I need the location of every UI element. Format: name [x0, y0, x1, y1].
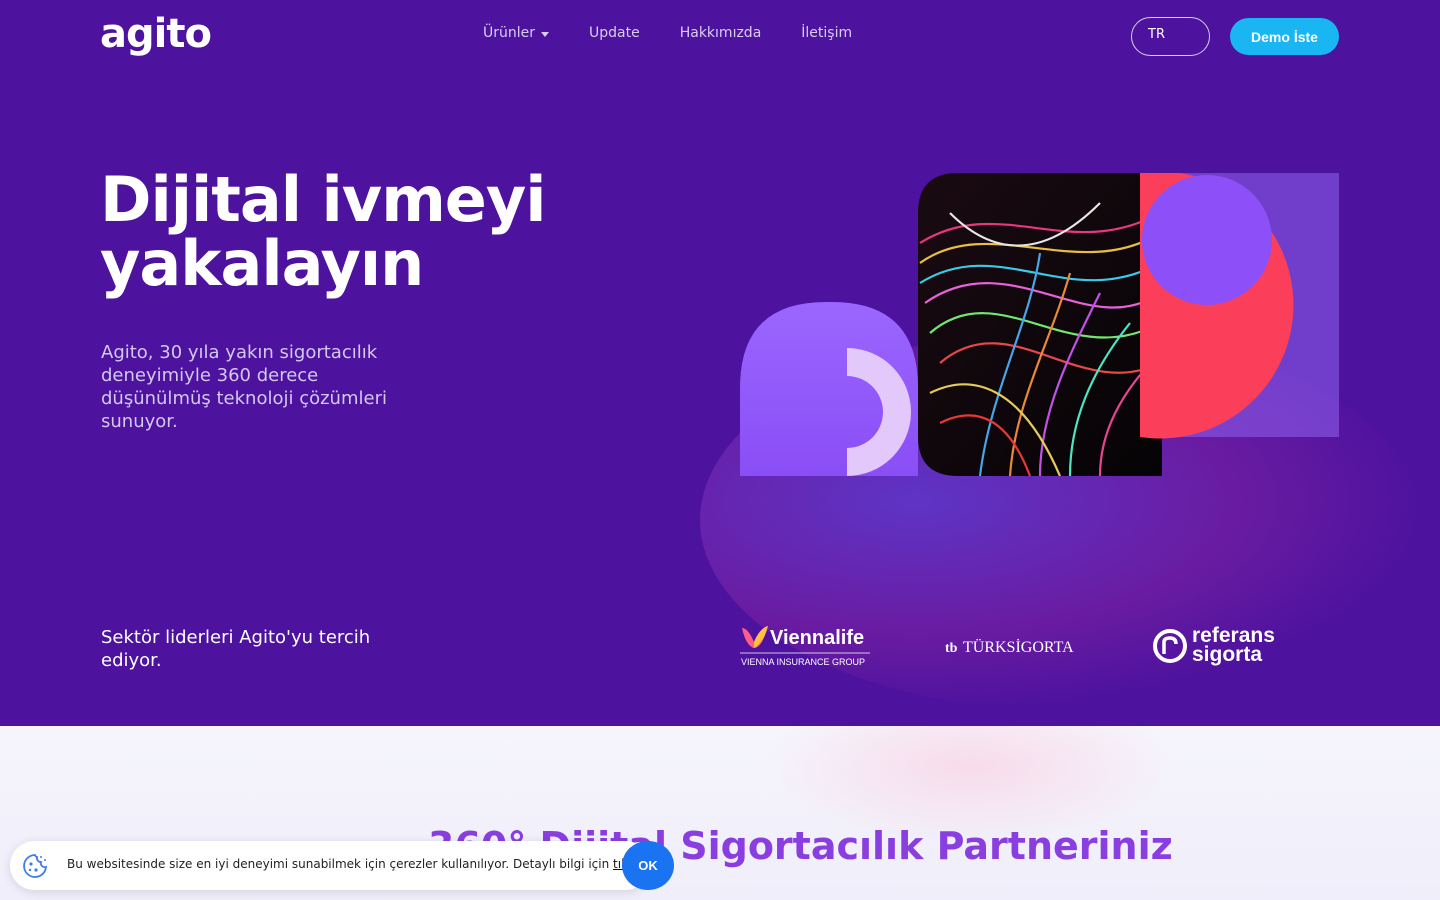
cookie-message: Bu websitesinde size en iyi deneyimi sun… — [67, 857, 614, 871]
nav-item-update-label: Update — [589, 25, 640, 41]
referans-line2: sigorta — [1192, 643, 1262, 666]
agito-logo[interactable]: agito — [100, 10, 212, 58]
viennalife-sub: VIENNA INSURANCE GROUP — [741, 657, 865, 667]
hero-title: Dijital ivmeyi yakalayın — [100, 168, 660, 296]
viennalife-logo: Viennalife VIENNA INSURANCE GROUP — [740, 626, 870, 667]
purple-circle-shape — [1142, 175, 1272, 305]
nav-item-products[interactable]: Ürünler — [483, 25, 550, 41]
cookie-banner: Bu websitesinde size en iyi deneyimi sun… — [10, 841, 661, 890]
leaders-text: Sektör liderleri Agito'yu tercih ediyor. — [101, 627, 371, 671]
nav-item-about-label: Hakkımızda — [679, 25, 762, 41]
main-nav: Ürünler Update Hakkımızda İletişim — [483, 25, 852, 41]
turk-sigorta-name: TÜRKSİGORTA — [963, 638, 1074, 656]
turk-sigorta-mark: tb — [945, 641, 958, 656]
nav-item-contact-label: İletişim — [801, 25, 853, 41]
turk-sigorta-logo: tb TÜRKSİGORTA — [945, 638, 1074, 656]
partner-logos: Viennalife VIENNA INSURANCE GROUP tb TÜR… — [740, 624, 1275, 667]
language-selector[interactable]: TR — [1131, 17, 1210, 56]
cookie-icon — [23, 854, 48, 878]
nav-item-products-label: Ürünler — [483, 25, 536, 41]
light-trails-photo — [918, 173, 1162, 476]
demo-request-button[interactable]: Demo İste — [1230, 18, 1339, 55]
nav-item-contact[interactable]: İletişim — [801, 25, 852, 41]
nav-item-about[interactable]: Hakkımızda — [680, 25, 762, 41]
logo-text: agito — [100, 11, 212, 57]
viennalife-name: Viennalife — [770, 627, 864, 649]
cookie-ok-button[interactable]: OK — [622, 841, 674, 890]
hero-artwork — [740, 173, 1339, 476]
hero-title-line2: yakalayın — [100, 227, 424, 300]
referans-sigorta-logo: referans sigorta — [1153, 624, 1275, 666]
language-label: TR — [1148, 27, 1165, 42]
nav-item-update[interactable]: Update — [589, 25, 640, 41]
hero-section: agito Ürünler Update Hakkımızda İletişim… — [0, 0, 1440, 726]
cookie-text: Bu websitesinde size en iyi deneyimi sun… — [67, 857, 661, 871]
hero-description: Agito, 30 yıla yakın sigortacılık deneyi… — [101, 342, 387, 432]
hero-title-line1: Dijital ivmeyi — [100, 163, 547, 236]
chevron-down-icon — [541, 32, 550, 37]
